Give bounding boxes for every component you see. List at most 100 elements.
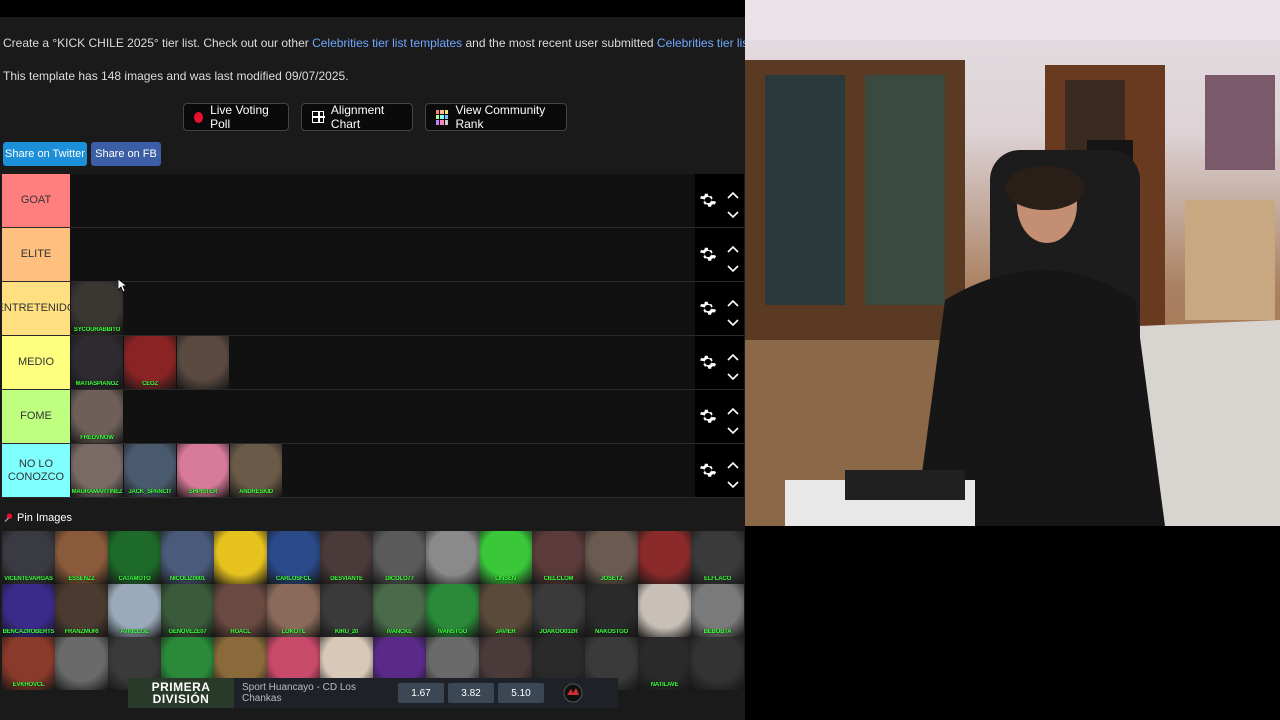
image-caption: JOAKOO032R [539,629,578,635]
chevron-up-icon[interactable] [727,348,739,361]
tier-label[interactable]: MEDIO [2,336,70,389]
image-caption: CATAMOTO [118,576,151,582]
chevron-up-icon[interactable] [727,294,739,307]
tier-image[interactable]: VICENTEVARGAS [2,531,55,584]
tier-dropzone[interactable]: FREDVNOW [71,390,124,443]
celebrities-templates-link[interactable]: Celebrities tier list templates [312,36,462,50]
tier-image[interactable]: LOKOTE [267,584,320,637]
chevron-down-icon[interactable] [727,422,739,435]
chevron-up-icon[interactable] [727,402,739,415]
tier-image[interactable]: MATIASPIANOZ [71,336,123,389]
tier-image[interactable]: CEOZ [124,336,176,389]
image-caption: NATILAVE [650,682,679,688]
chevron-down-icon[interactable] [727,314,739,327]
tier-label[interactable]: FOME [2,390,70,443]
chevron-up-icon[interactable] [727,456,739,469]
tier-image[interactable]: DICOLO77 [373,531,426,584]
tier-image[interactable]: DESVIANTE [320,531,373,584]
chevron-up-icon[interactable] [727,186,739,199]
tier-controls [695,336,744,389]
chevron-down-icon[interactable] [727,206,739,219]
tier-image[interactable]: LINSEN [479,531,532,584]
tier-image[interactable]: JAVIER [479,584,532,637]
alignment-chart-button[interactable]: Alignment Chart [301,103,413,131]
template-info: This template has 148 images and was las… [3,69,349,83]
tier-label[interactable]: NO LO CONOZCO [2,444,70,497]
chevron-up-icon[interactable] [727,240,739,253]
odd-draw[interactable]: 3.82 [448,683,494,703]
gear-icon[interactable] [699,299,717,317]
celebrities-tierlists-link[interactable]: Celebrities tier lists [657,36,745,50]
match-name: Sport Huancayo - CD Los Chankas [242,682,356,704]
gear-icon[interactable] [699,353,717,371]
image-caption: IVANCKE [386,629,413,635]
gear-icon[interactable] [699,191,717,209]
tier-image[interactable]: IVANSTGO [426,584,479,637]
tier-image[interactable]: BEBOBTA [691,584,744,637]
tier-image[interactable] [691,637,744,690]
image-caption: CIELCLOM [543,576,574,582]
tier-dropzone[interactable]: MAURAMARTINEZ JACK_SPANCIT SHPISTER ANDRESK… [71,444,283,497]
gear-icon[interactable] [699,245,717,263]
tier-label[interactable]: GOAT [2,174,70,227]
tier-image[interactable] [55,637,108,690]
tier-dropzone[interactable]: MATIASPIANOZ CEOZ [71,336,230,389]
tier-image[interactable] [214,531,267,584]
tier-controls [695,228,744,281]
gear-icon[interactable] [699,461,717,479]
tier-image[interactable]: CIELCLOM [532,531,585,584]
gear-icon[interactable] [699,407,717,425]
chevron-down-icon[interactable] [727,476,739,489]
image-caption: ESSENZZ [68,576,95,582]
tier-image[interactable]: NICOLIZ0001 [161,531,214,584]
tier-image[interactable]: ELFLACO [691,531,744,584]
tier-image[interactable]: MAURAMARTINEZ [71,444,123,497]
image-caption: JACK_SPANCIT [128,489,172,495]
live-voting-poll-button[interactable]: Live Voting Poll [183,103,289,131]
betting-banner[interactable]: PRIMERA DIVISIÓN Sport Huancayo - CD Los… [128,678,618,708]
pin-images-toggle[interactable]: Pin Images [4,512,72,524]
tier-image[interactable]: ESSENZZ [55,531,108,584]
chevron-down-icon[interactable] [727,368,739,381]
image-caption: BEBOBTA [703,629,732,635]
tier-image[interactable] [426,531,479,584]
chevron-down-icon[interactable] [727,260,739,273]
tier-image[interactable]: IVANCKE [373,584,426,637]
tier-image[interactable] [638,531,691,584]
tier-image[interactable]: ANDRESKID [230,444,282,497]
tier-image[interactable]: FREDVNOW [71,390,123,443]
tier-image[interactable]: FRANZMURI [55,584,108,637]
description-middle: and the most recent user submitted [462,36,657,50]
odd-away[interactable]: 5.10 [498,683,544,703]
share-fb-button[interactable]: Share on FB [91,142,161,166]
tier-dropzone[interactable]: SYCOURABBITO [71,282,124,335]
view-community-rank-button[interactable]: View Community Rank [425,103,567,131]
image-caption: GENOVEZE07 [168,629,207,635]
tier-image[interactable]: ROACL [214,584,267,637]
tier-label[interactable]: ENTRETENIDO [0,282,75,335]
image-caption: KIRU_20 [334,629,359,635]
tier-image[interactable]: CARLOSFCL [267,531,320,584]
tier-image[interactable]: SYCOURABBITO [71,282,123,335]
mosaic-icon [436,109,449,125]
tier-image[interactable]: NAKOSTGO [585,584,638,637]
tier-image[interactable]: GENOVEZE07 [161,584,214,637]
share-twitter-button[interactable]: Share on Twitter [3,142,87,166]
tier-image[interactable]: BENCAZROBERTS [2,584,55,637]
tier-label[interactable]: ELITE [2,228,70,281]
tier-row: NO LO CONOZCO MAURAMARTINEZ JACK_SPANCIT SH… [2,444,744,498]
tier-image[interactable]: JACK_SPANCIT [124,444,176,497]
tier-image[interactable]: JOSETZ [585,531,638,584]
description-prefix: Create a °KICK CHILE 2025° tier list. Ch… [3,36,313,50]
tier-image[interactable]: NATILAVE [638,637,691,690]
tier-image[interactable]: KIRU_20 [320,584,373,637]
tier-image[interactable] [638,584,691,637]
tier-image[interactable]: EVKHOVCL [2,637,55,690]
tier-image[interactable]: CATAMOTO [108,531,161,584]
tier-image[interactable]: JOAKOO032R [532,584,585,637]
tier-image[interactable] [177,336,229,389]
tier-image[interactable]: AVRILEGE [108,584,161,637]
odd-home[interactable]: 1.67 [398,683,444,703]
tier-row: ELITE [2,228,744,282]
tier-image[interactable]: SHPISTER [177,444,229,497]
